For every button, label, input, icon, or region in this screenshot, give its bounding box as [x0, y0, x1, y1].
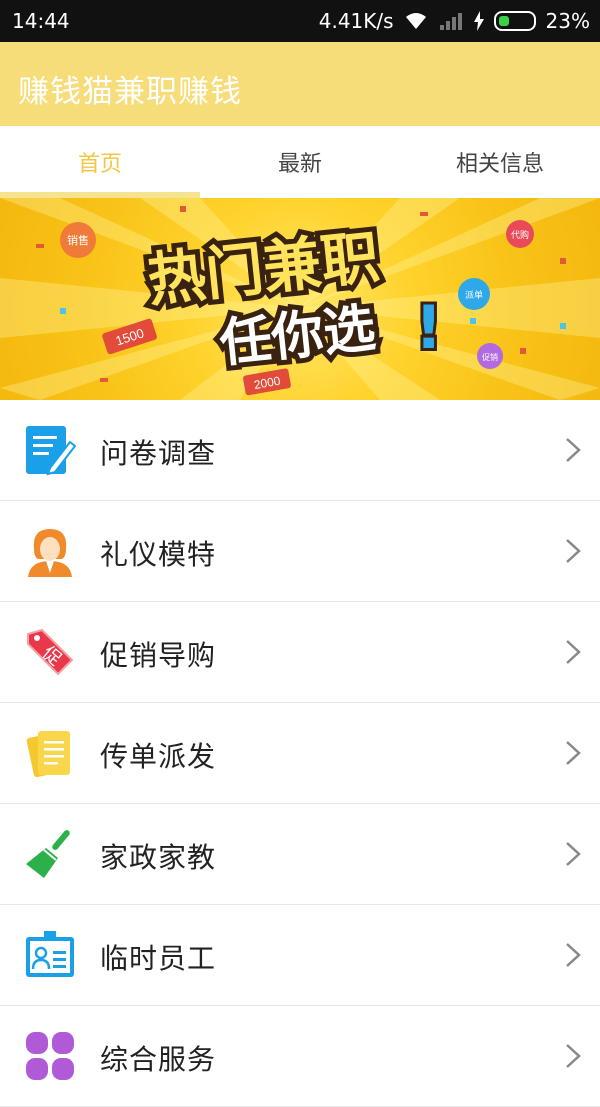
model-icon: [28, 529, 72, 577]
category-list: 问卷调查 礼仪模特 促 促销导购 传单派发 家政家教 临时员工 综合服务: [0, 400, 600, 1107]
status-right: 4.41K/s 23%: [319, 9, 590, 33]
battery-icon: [493, 11, 536, 31]
charging-icon: [473, 11, 484, 31]
list-item-label: 传单派发: [100, 740, 217, 773]
tab-related-info[interactable]: 相关信息: [400, 126, 600, 198]
cell-signal-icon: [439, 13, 462, 30]
list-item-label: 临时员工: [100, 942, 217, 975]
chevron-right-icon: [566, 842, 581, 866]
list-item-flyer[interactable]: 传单派发: [0, 703, 600, 804]
network-speed: 4.41K/s: [318, 9, 394, 33]
id-card-icon: [26, 931, 74, 977]
list-item-services[interactable]: 综合服务: [0, 1006, 600, 1107]
tab-latest[interactable]: 最新: [200, 126, 400, 198]
app-bar: 赚钱猫兼职赚钱: [0, 42, 600, 126]
app-title: 赚钱猫兼职赚钱: [18, 74, 242, 110]
bubble-promo-label: 促销: [482, 352, 498, 362]
bubble-daigou-label: 代购: [511, 229, 529, 240]
list-item-label: 促销导购: [100, 639, 217, 672]
list-item-label: 礼仪模特: [100, 538, 217, 571]
chevron-right-icon: [566, 640, 581, 664]
status-time: 14:44: [12, 9, 70, 33]
bubble-paidan-label: 派单: [465, 289, 483, 300]
list-item-label: 综合服务: [100, 1043, 217, 1076]
svg-text:!: !: [415, 293, 442, 363]
battery-percent: 23%: [545, 9, 590, 33]
chevron-right-icon: [566, 943, 581, 967]
list-item-label: 问卷调查: [100, 437, 217, 470]
list-item-model[interactable]: 礼仪模特: [0, 501, 600, 602]
list-item-survey[interactable]: 问卷调查: [0, 400, 600, 501]
chevron-right-icon: [566, 741, 581, 765]
promo-banner[interactable]: 销售 代购 派单 促销 1500 2000 热门兼职 任你选 !: [0, 198, 600, 400]
banner-line1: 热门兼职: [145, 225, 383, 314]
wifi-icon: [405, 13, 426, 29]
clover-icon: [26, 1032, 74, 1080]
survey-icon: [26, 426, 76, 476]
chevron-right-icon: [566, 1044, 581, 1068]
promotion-tag-icon: 促: [27, 628, 74, 676]
flyer-icon: [26, 731, 70, 778]
tab-bar: 首页 最新 相关信息: [0, 126, 600, 198]
list-item-temp-staff[interactable]: 临时员工: [0, 905, 600, 1006]
tab-home[interactable]: 首页: [0, 126, 200, 198]
list-item-label: 家政家教: [100, 841, 217, 874]
bubble-sales-label: 销售: [67, 233, 89, 247]
status-bar: 14:44 4.41K/s 23%: [0, 0, 600, 42]
chevron-right-icon: [566, 438, 581, 462]
banner-graphic: 销售 代购 派单 促销 1500 2000 热门兼职 任你选 !: [0, 198, 600, 400]
broom-icon: [26, 830, 70, 878]
list-item-housekeeping[interactable]: 家政家教: [0, 804, 600, 905]
list-item-promotion[interactable]: 促 促销导购: [0, 602, 600, 703]
chevron-right-icon: [566, 539, 581, 563]
